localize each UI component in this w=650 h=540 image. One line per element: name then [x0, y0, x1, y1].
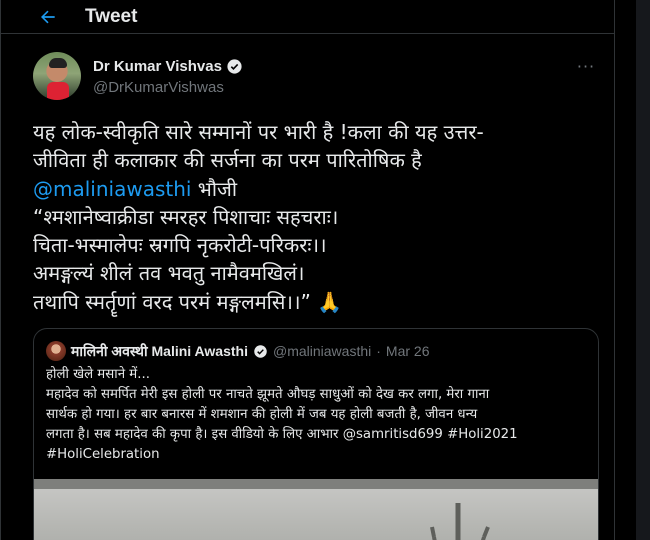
tweet-author-row: Dr Kumar Vishvas @DrKumarVishwas ···: [1, 52, 616, 104]
quoted-line: महादेव को समर्पित मेरी इस होली पर नाचते …: [46, 387, 490, 402]
quoted-line: #HoliCelebration: [46, 447, 160, 462]
quoted-avatar: [46, 341, 66, 361]
quoted-tweet-card[interactable]: मालिनी अवस्थी Malini Awasthi @maliniawas…: [33, 328, 599, 540]
quoted-tweet-header: मालिनी अवस्थी Malini Awasthi @maliniawas…: [46, 341, 429, 361]
tweet-column: Tweet Dr Kumar Vishvas @DrKumarVishwas ·…: [0, 0, 615, 540]
author-name-row[interactable]: Dr Kumar Vishvas: [93, 58, 243, 75]
quoted-date: Mar 26: [385, 343, 430, 359]
mention-suffix: भौजी: [191, 176, 238, 201]
verified-badge-icon: [254, 344, 267, 358]
verified-badge-icon: [227, 59, 242, 74]
quoted-line: होली खेले मसाने में...: [46, 367, 150, 382]
verse-line: तथापि स्मर्तॄणां वरद परमं मङ्गलमसि।।” 🙏: [33, 289, 343, 314]
quoted-author-handle: @maliniawasthi: [272, 343, 372, 359]
mention-line: @maliniawasthi भौजी: [33, 175, 608, 203]
verse-line: चिता-भस्मालेपः स्रगपि नृकरोटी-परिकरः।।: [33, 233, 327, 258]
quoted-line: लगता है। सब महादेव की कृपा है। इस वीडियो…: [46, 427, 518, 442]
mention-link[interactable]: @maliniawasthi: [33, 177, 191, 201]
verse-line: “श्मशानेष्वाक्रीडा स्मरहर पिशाचाः सहचराः…: [33, 204, 339, 229]
quoted-author-name: मालिनी अवस्थी Malini Awasthi: [71, 342, 248, 359]
quoted-video-thumbnail[interactable]: [34, 479, 598, 540]
quoted-tweet-text: होली खेले मसाने में... महादेव को समर्पित …: [46, 365, 591, 465]
quoted-line: सार्थक हो गया। हर बार बनारस में शमशान की…: [46, 407, 478, 422]
back-button[interactable]: [33, 2, 63, 32]
avatar[interactable]: [33, 52, 81, 100]
author-handle[interactable]: @DrKumarVishwas: [93, 79, 224, 96]
arrow-left-icon: [41, 10, 55, 23]
right-edge: [615, 0, 650, 540]
header: Tweet: [1, 0, 614, 34]
tweet-line: यह लोक-स्वीकृति सारे सम्मानों पर भारी है…: [33, 120, 484, 144]
page-title: Tweet: [85, 5, 138, 27]
more-button[interactable]: ···: [572, 56, 600, 76]
verse-line: अमङ्गल्यं शीलं तव भवतु नामैवमखिलं।: [33, 261, 305, 286]
trident-image: [430, 503, 490, 540]
tweet-text: यह लोक-स्वीकृति सारे सम्मानों पर भारी है…: [33, 118, 608, 316]
scrollbar[interactable]: [636, 0, 650, 540]
separator-dot: ·: [376, 343, 381, 359]
author-name[interactable]: Dr Kumar Vishvas: [93, 58, 222, 75]
tweet-line: जीविता ही कलाकार की सर्जना का परम पारितो…: [33, 148, 422, 173]
more-horizontal-icon: ···: [576, 56, 596, 76]
